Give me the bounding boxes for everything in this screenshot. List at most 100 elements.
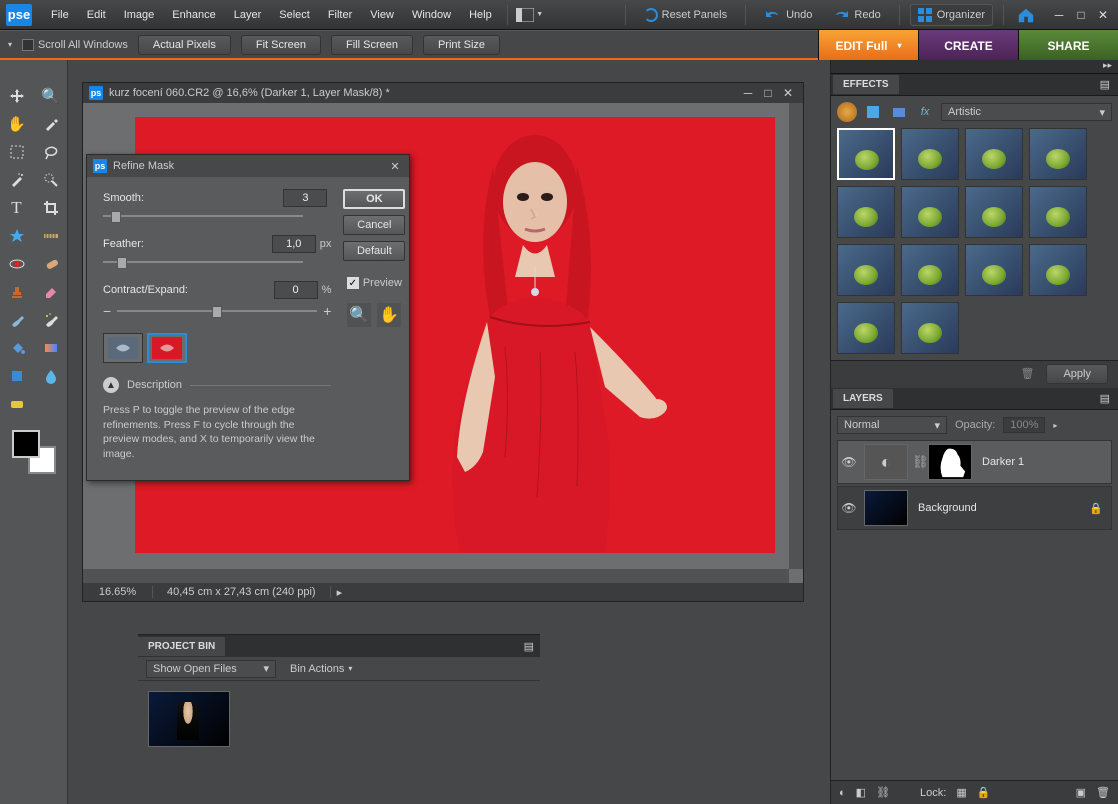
crop-tool[interactable] — [37, 196, 65, 220]
mask-thumbnail[interactable] — [928, 444, 972, 480]
arrange-documents-icon[interactable]: ▼ — [514, 3, 546, 27]
organizer-button[interactable]: Organizer — [910, 4, 993, 26]
tab-edit[interactable]: EDIT Full — [818, 30, 918, 61]
document-dimensions[interactable]: 40,45 cm x 27,43 cm (240 ppi) — [153, 586, 331, 598]
opacity-input[interactable] — [1003, 417, 1045, 433]
straighten-tool[interactable] — [37, 224, 65, 248]
bin-thumbnail[interactable] — [148, 691, 230, 747]
scrollbar-vertical[interactable] — [789, 103, 803, 569]
menu-filter[interactable]: Filter — [319, 0, 361, 30]
apply-button[interactable]: Apply — [1046, 364, 1108, 384]
effects-tab[interactable]: EFFECTS — [833, 75, 899, 94]
menu-window[interactable]: Window — [403, 0, 460, 30]
photo-effects-icon[interactable] — [889, 102, 909, 122]
redeye-tool[interactable] — [3, 252, 31, 276]
doc-minimize[interactable]: ─ — [739, 86, 757, 100]
menu-help[interactable]: Help — [460, 0, 501, 30]
undo-button[interactable]: Undo — [756, 5, 820, 25]
lock-transparency-icon[interactable]: ▦ — [956, 786, 966, 799]
bin-actions-dropdown[interactable]: Bin Actions▾ — [290, 663, 352, 675]
redo-button[interactable]: Redo — [824, 5, 888, 25]
link-icon[interactable]: ⛓ — [912, 454, 924, 470]
effect-thumbnail[interactable] — [901, 128, 959, 180]
panel-menu-icon[interactable]: ▤ — [1094, 392, 1116, 405]
marquee-tool[interactable] — [3, 140, 31, 164]
zoom-tool[interactable]: 🔍 — [37, 84, 65, 108]
menu-enhance[interactable]: Enhance — [163, 0, 224, 30]
visibility-toggle[interactable]: 👁 — [838, 455, 860, 469]
panel-menu-icon[interactable]: ▤ — [518, 640, 540, 653]
new-mask-icon[interactable]: ◧ — [856, 786, 866, 799]
blend-mode-dropdown[interactable]: Normal▾ — [837, 416, 947, 434]
move-tool[interactable] — [3, 84, 31, 108]
document-titlebar[interactable]: ps kurz focení 060.CR2 @ 16,6% (Darker 1… — [83, 83, 803, 103]
shape-tool[interactable] — [3, 364, 31, 388]
dialog-titlebar[interactable]: ps Refine Mask ✕ — [87, 155, 409, 177]
effect-thumbnail[interactable] — [1029, 244, 1087, 296]
effect-thumbnail[interactable] — [901, 302, 959, 354]
delete-layer-icon[interactable]: 🗑 — [1096, 786, 1110, 799]
tool-preset-icon[interactable]: ▾ — [8, 40, 12, 49]
quick-select-tool[interactable] — [37, 168, 65, 192]
zoom-level[interactable]: 16.65% — [83, 586, 153, 598]
filters-icon[interactable] — [837, 102, 857, 122]
smooth-input[interactable] — [283, 189, 327, 207]
fit-screen-button[interactable]: Fit Screen — [241, 35, 321, 55]
panel-menu-icon[interactable]: ▤ — [1094, 78, 1116, 91]
new-adjustment-icon[interactable]: ◐ — [839, 787, 846, 799]
default-button[interactable]: Default — [343, 241, 405, 261]
adjustment-thumbnail[interactable]: ◐ — [864, 444, 908, 480]
menu-edit[interactable]: Edit — [78, 0, 115, 30]
layer-row[interactable]: 👁 Background 🔒 — [837, 486, 1112, 530]
description-toggle[interactable]: ▲ — [103, 377, 119, 393]
effect-thumbnail[interactable] — [965, 128, 1023, 180]
doc-maximize[interactable]: □ — [759, 86, 777, 100]
lasso-tool[interactable] — [37, 140, 65, 164]
effect-thumbnail[interactable] — [837, 244, 895, 296]
blur-tool[interactable] — [37, 364, 65, 388]
ok-button[interactable]: OK — [343, 189, 405, 209]
effect-thumbnail[interactable] — [837, 186, 895, 238]
menu-layer[interactable]: Layer — [225, 0, 271, 30]
layer-styles-icon[interactable] — [863, 102, 883, 122]
effect-thumbnail[interactable] — [837, 128, 895, 180]
visibility-toggle[interactable]: 👁 — [838, 501, 860, 515]
layer-name[interactable]: Darker 1 — [982, 456, 1024, 468]
menu-file[interactable]: File — [42, 0, 78, 30]
tab-share[interactable]: SHARE — [1018, 30, 1118, 61]
foreground-color[interactable] — [12, 430, 40, 458]
preview-checkbox[interactable]: ✓Preview — [347, 277, 402, 289]
close-button[interactable]: ✕ — [1094, 8, 1112, 22]
color-swatches[interactable] — [12, 430, 56, 474]
brush-tool[interactable] — [3, 308, 31, 332]
fill-screen-button[interactable]: Fill Screen — [331, 35, 413, 55]
effect-thumbnail[interactable] — [965, 186, 1023, 238]
print-size-button[interactable]: Print Size — [423, 35, 500, 55]
effect-thumbnail[interactable] — [965, 244, 1023, 296]
link-layers-icon[interactable]: ⛓ — [876, 786, 890, 799]
menu-view[interactable]: View — [361, 0, 403, 30]
layers-tab[interactable]: LAYERS — [833, 389, 893, 408]
scrollbar-horizontal[interactable] — [83, 569, 789, 583]
project-bin-tab[interactable]: PROJECT BIN — [138, 637, 225, 656]
dialog-close-button[interactable]: ✕ — [387, 158, 403, 174]
show-files-dropdown[interactable]: Show Open Files▾ — [146, 660, 276, 678]
opacity-flyout-icon[interactable]: ▸ — [1053, 421, 1057, 430]
scroll-all-checkbox[interactable]: Scroll All Windows — [22, 39, 128, 51]
cookie-cutter-tool[interactable] — [3, 224, 31, 248]
mask-view-standard[interactable] — [103, 333, 143, 363]
layer-thumbnail[interactable] — [864, 490, 908, 526]
trash-icon[interactable]: 🗑 — [1021, 367, 1035, 380]
feather-slider[interactable] — [103, 257, 303, 267]
effects-category-dropdown[interactable]: Artistic▾ — [941, 103, 1112, 121]
actual-pixels-button[interactable]: Actual Pixels — [138, 35, 231, 55]
mask-view-overlay[interactable] — [147, 333, 187, 363]
dialog-zoom-tool[interactable]: 🔍 — [347, 303, 371, 327]
menu-image[interactable]: Image — [115, 0, 164, 30]
smooth-slider[interactable] — [103, 211, 303, 221]
home-button[interactable] — [1014, 3, 1038, 27]
cancel-button[interactable]: Cancel — [343, 215, 405, 235]
layer-row[interactable]: 👁 ◐ ⛓ Darker 1 — [837, 440, 1112, 484]
status-arrow-icon[interactable]: ▸ — [331, 586, 349, 599]
paint-bucket-tool[interactable] — [3, 336, 31, 360]
